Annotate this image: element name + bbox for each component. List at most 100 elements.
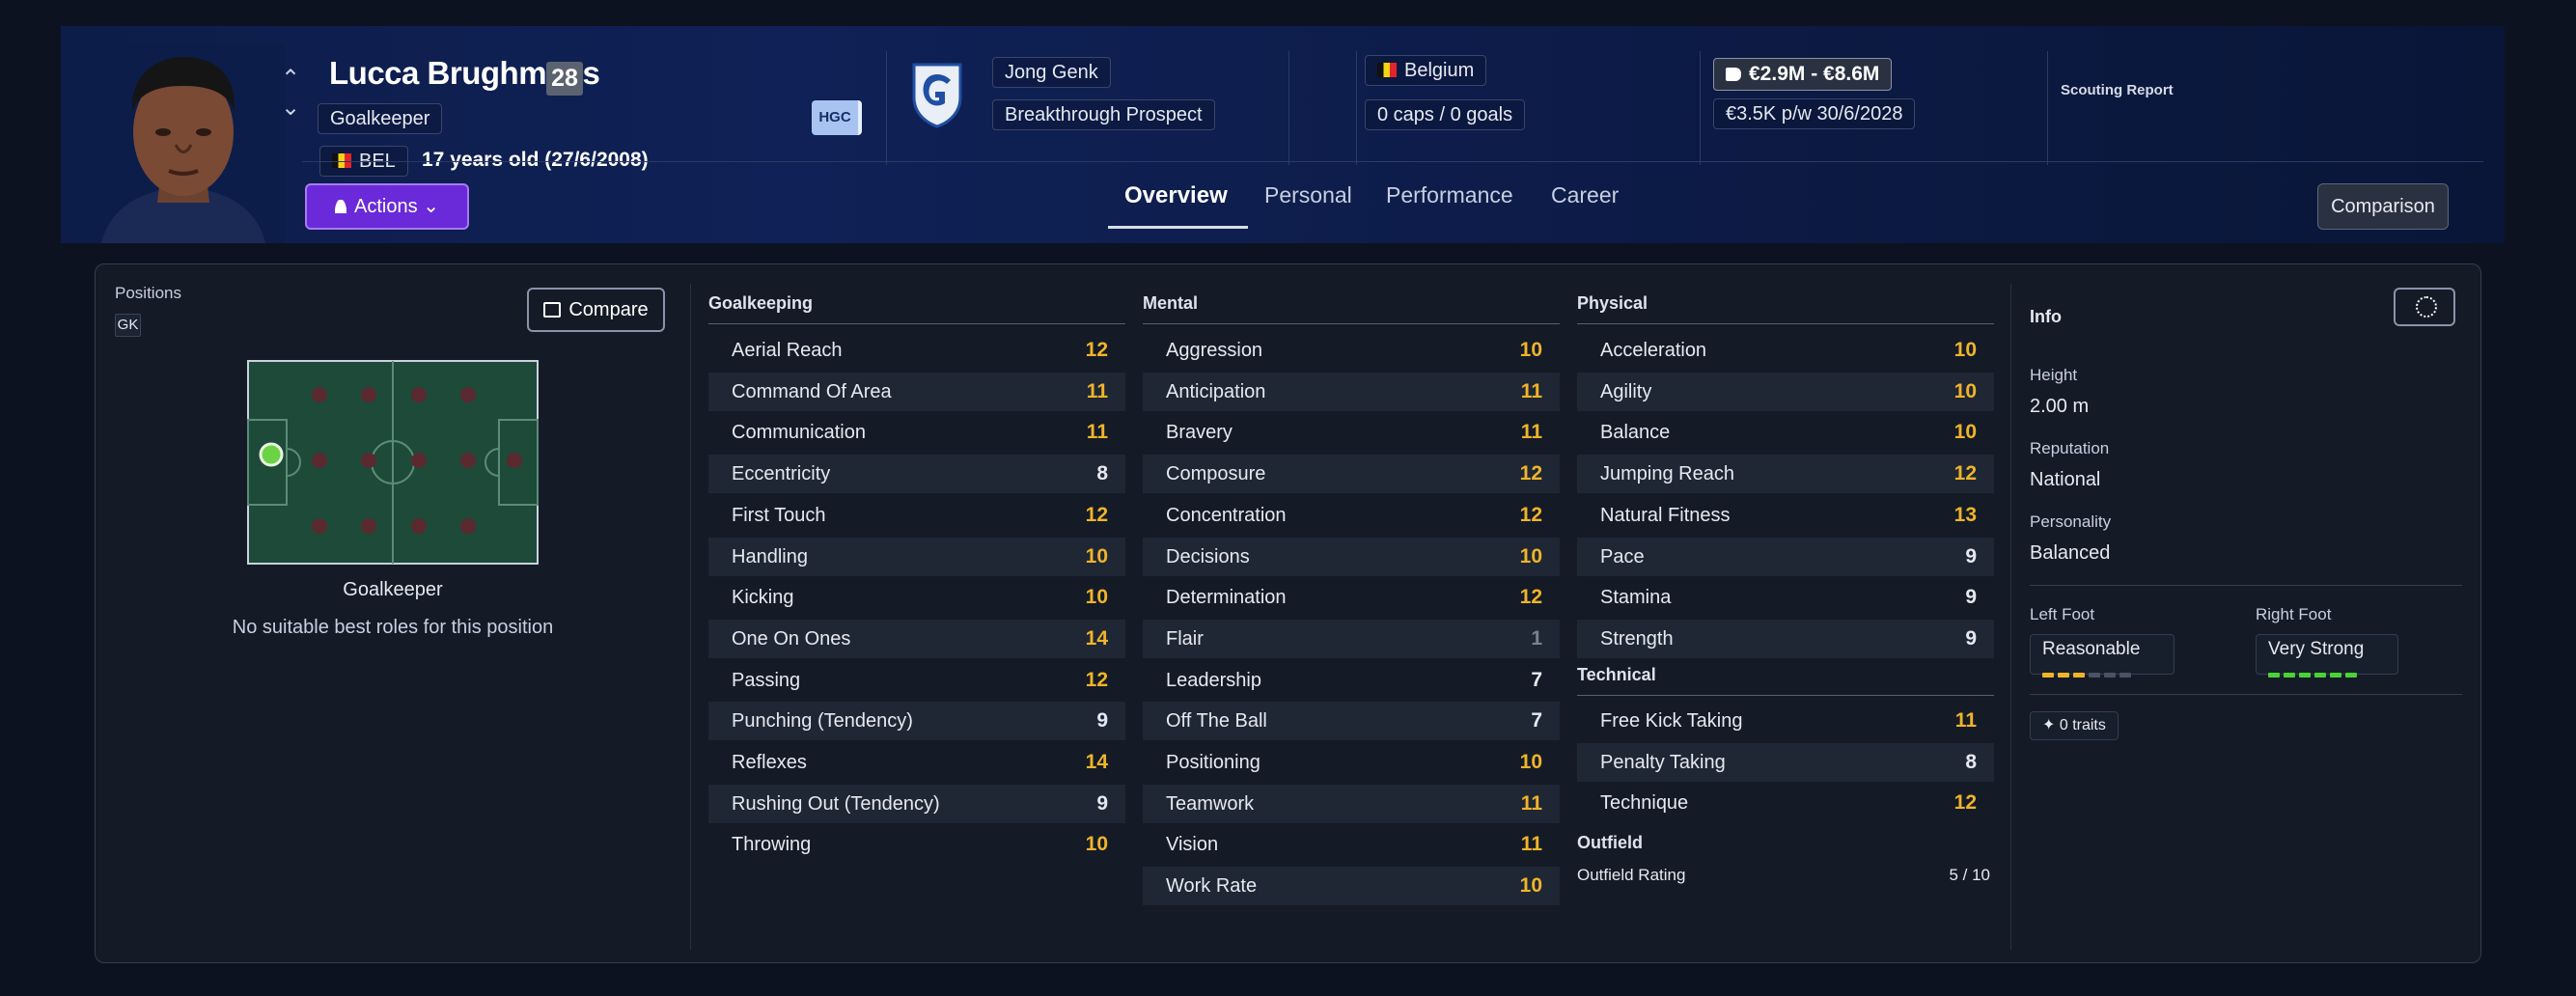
attribute-name: Bravery	[1166, 422, 1233, 444]
age-text: 17 years old (27/6/2008)	[422, 149, 649, 171]
attribute-row[interactable]: Leadership 7	[1143, 661, 1560, 700]
attribute-value: 10	[1519, 751, 1542, 773]
header-divider	[302, 161, 2483, 162]
attribute-value: 12	[1953, 462, 1977, 485]
attribute-row[interactable]: Composure 12	[1143, 455, 1560, 494]
value-range-chip: €2.9M - €8.6M	[1713, 58, 1893, 91]
attribute-value: 11	[1086, 379, 1108, 402]
attribute-value: 14	[1085, 751, 1108, 773]
pitch-subtitle: No suitable best roles for this position	[232, 617, 554, 638]
foot-level-bar	[2119, 673, 2131, 678]
column-underline	[1143, 323, 1560, 324]
attribute-name: Flair	[1166, 627, 1204, 650]
attribute-row[interactable]: Concentration 12	[1143, 496, 1560, 535]
outfield-rating-label: Outfield Rating	[1577, 866, 1686, 884]
attribute-name: Aggression	[1166, 340, 1263, 361]
attribute-row[interactable]: Pace 9	[1577, 537, 1994, 576]
attribute-row[interactable]: Punching (Tendency) 9	[708, 702, 1125, 741]
comparison-button[interactable]: Comparison	[2317, 183, 2449, 230]
chevron-up-icon[interactable]: ⌃	[279, 65, 302, 94]
attribute-row[interactable]: Jumping Reach 12	[1577, 455, 1994, 494]
attribute-name: Command Of Area	[732, 380, 892, 402]
attribute-row[interactable]: Acceleration 10	[1577, 331, 1994, 370]
right-foot-bars	[2268, 665, 2386, 678]
foot-level-bar	[2058, 673, 2069, 678]
attribute-row[interactable]: Anticipation 11	[1143, 372, 1560, 411]
positions-label: Positions	[115, 284, 181, 302]
attribute-name: Work Rate	[1166, 875, 1258, 898]
attribute-value: 7	[1531, 668, 1542, 691]
attribute-row[interactable]: Aggression 10	[1143, 331, 1560, 370]
divider	[1700, 51, 1701, 165]
attribute-value: 10	[1085, 544, 1108, 567]
attribute-row[interactable]: First Touch 12	[708, 496, 1125, 535]
outfield-rating-row: Outfield Rating 5 / 10	[1577, 866, 1990, 885]
club-crest-icon[interactable]	[910, 59, 964, 128]
club-chip[interactable]: Jong Genk	[992, 57, 1111, 88]
attribute-name: Aerial Reach	[732, 340, 843, 361]
attribute-name: Acceleration	[1600, 340, 1707, 361]
attribute-name: Stamina	[1600, 587, 1672, 609]
attribute-row[interactable]: Free Kick Taking 11	[1577, 702, 1994, 740]
attribute-row[interactable]: Work Rate 10	[1143, 867, 1560, 906]
attribute-name: Off The Ball	[1166, 710, 1267, 733]
foot-level-bar	[2330, 673, 2341, 678]
attribute-row[interactable]: Agility 10	[1577, 372, 1994, 411]
attribute-row[interactable]: Rushing Out (Tendency) 9	[708, 784, 1125, 823]
attribute-row[interactable]: Flair 1	[1143, 619, 1560, 658]
attribute-value: 10	[1953, 339, 1977, 361]
attribute-row[interactable]: Kicking 10	[708, 578, 1125, 617]
attribute-row[interactable]: Balance 10	[1577, 413, 1994, 452]
attribute-row[interactable]: Aerial Reach 12	[708, 331, 1125, 370]
country-chip[interactable]: Belgium	[1365, 55, 1487, 86]
attribute-row[interactable]: Off The Ball 7	[1143, 702, 1560, 741]
personality-label: Personality	[2030, 512, 2112, 531]
chevron-down-icon[interactable]: ⌄	[279, 94, 302, 123]
column-underline	[1577, 323, 1994, 324]
player-header: ⌃ ⌄ Lucca Brughmans 28 Goalkeeper BEL 17…	[61, 26, 2505, 243]
attribute-row[interactable]: Teamwork 11	[1143, 784, 1560, 823]
scouting-report-label[interactable]: Scouting Report	[2061, 82, 2174, 98]
attribute-row[interactable]: Stamina 9	[1577, 578, 1994, 617]
tab-career[interactable]: Career	[1551, 182, 1619, 208]
attribute-row[interactable]: Communication 11	[708, 413, 1125, 452]
attribute-row[interactable]: Decisions 10	[1143, 537, 1560, 576]
actions-button[interactable]: Actions ⌄	[305, 183, 469, 230]
attribute-row[interactable]: Passing 12	[708, 661, 1125, 700]
attribute-row[interactable]: Penalty Taking 8	[1577, 742, 1994, 782]
attribute-name: Determination	[1166, 587, 1287, 609]
attribute-row[interactable]: Determination 12	[1143, 578, 1560, 617]
attribute-row[interactable]: Technique 12	[1577, 784, 1994, 822]
compare-button[interactable]: Compare	[527, 288, 665, 332]
compare-label: Compare	[568, 299, 649, 320]
attribute-row[interactable]: Handling 10	[708, 537, 1125, 576]
attribute-value: 11	[1086, 421, 1108, 444]
left-foot-bars	[2042, 665, 2162, 678]
attribute-row[interactable]: Strength 9	[1577, 619, 1994, 658]
attribute-row[interactable]: Natural Fitness 13	[1577, 496, 1994, 535]
divider	[2047, 51, 2048, 165]
left-foot-value: Reasonable	[2042, 639, 2141, 659]
attribute-value: 8	[1096, 462, 1108, 485]
attribute-value: 10	[1953, 379, 1977, 402]
tab-performance[interactable]: Performance	[1386, 182, 1513, 208]
attribute-value: 14	[1085, 626, 1108, 650]
left-foot-label: Left Foot	[2030, 605, 2095, 623]
height-value: 2.00 m	[2030, 396, 2090, 417]
tab-overview[interactable]: Overview	[1124, 182, 1228, 209]
attribute-row[interactable]: Bravery 11	[1143, 413, 1560, 452]
staff-view-button[interactable]	[2394, 288, 2455, 326]
attribute-row[interactable]: Throwing 10	[708, 825, 1125, 864]
attribute-row[interactable]: Eccentricity 8	[708, 455, 1125, 494]
attribute-value: 11	[1520, 379, 1542, 402]
attribute-row[interactable]: Vision 11	[1143, 825, 1560, 864]
attribute-row[interactable]: Positioning 10	[1143, 743, 1560, 782]
attribute-row[interactable]: One On Ones 14	[708, 619, 1125, 658]
tab-personal[interactable]: Personal	[1264, 182, 1352, 208]
attribute-value: 9	[1965, 586, 1977, 609]
foot-level-bar	[2042, 673, 2054, 678]
attribute-row[interactable]: Reflexes 14	[708, 743, 1125, 782]
attribute-name: Free Kick Taking	[1600, 710, 1743, 732]
attribute-row[interactable]: Command Of Area 11	[708, 372, 1125, 411]
traits-chip[interactable]: ✦ 0 traits	[2030, 711, 2119, 740]
